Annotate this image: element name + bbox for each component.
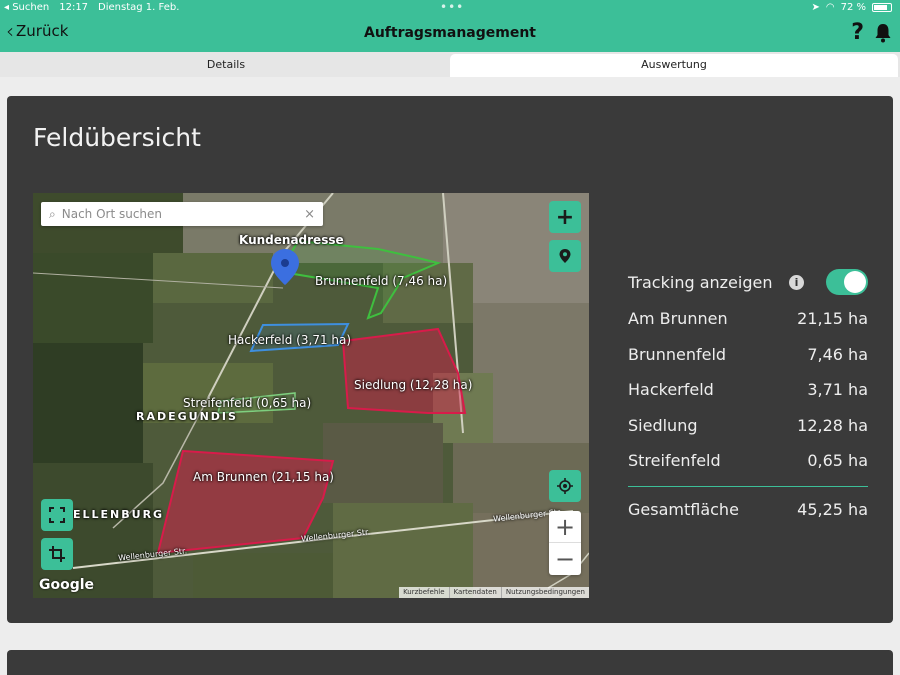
zoom-out-button[interactable]: − — [549, 543, 581, 575]
search-input[interactable] — [61, 207, 305, 221]
google-logo: Google — [39, 577, 95, 593]
next-card — [7, 650, 893, 675]
attribution-shortcuts[interactable]: Kurzbefehle — [399, 587, 448, 598]
field-name: Siedlung — [628, 415, 698, 435]
field-label-brunnenfeld: Brunnenfeld (7,46 ha) — [315, 274, 448, 288]
field-row: Am Brunnen 21,15 ha — [628, 301, 868, 337]
wifi-icon: ◠ — [825, 2, 835, 13]
bell-icon[interactable] — [874, 23, 892, 43]
crosshair-icon — [557, 478, 573, 494]
total-label: Gesamtfläche — [628, 500, 739, 519]
field-name: Streifenfeld — [628, 451, 721, 471]
tracking-label: Tracking anzeigen — [628, 272, 773, 292]
total-row: Gesamtfläche 45,25 ha — [628, 493, 868, 527]
field-area: 0,65 ha — [807, 451, 868, 471]
field-summary-panel: Tracking anzeigen i Am Brunnen 21,15 ha … — [628, 265, 868, 527]
field-label-hackerfeld: Hackerfeld (3,71 ha) — [228, 333, 352, 347]
field-row: Brunnenfeld 7,46 ha — [628, 337, 868, 373]
field-row: Streifenfeld 0,65 ha — [628, 443, 868, 479]
field-area: 12,28 ha — [797, 415, 868, 435]
zoom-control: + − — [549, 511, 581, 575]
tab-bar: Details Auswertung — [0, 52, 900, 77]
card-title: Feldübersicht — [33, 123, 201, 152]
location-icon: ➤ — [811, 2, 820, 13]
map-attribution: Kurzbefehle Kartendaten Nutzungsbedingun… — [399, 587, 589, 598]
map-pin-icon — [559, 249, 571, 263]
field-row: Hackerfeld 3,71 ha — [628, 372, 868, 408]
status-time: 12:17 — [59, 2, 89, 13]
tracking-row: Tracking anzeigen i — [628, 265, 868, 299]
fullscreen-icon — [49, 507, 65, 523]
field-label-am-brunnen: Am Brunnen (21,15 ha) — [193, 470, 334, 484]
field-name: Am Brunnen — [628, 309, 728, 329]
info-icon[interactable]: i — [789, 275, 804, 290]
total-area: 45,25 ha — [797, 500, 868, 519]
divider — [628, 485, 868, 487]
help-icon[interactable]: ? — [851, 22, 864, 44]
search-icon: ⌕ — [49, 206, 56, 221]
tab-details[interactable]: Details — [2, 54, 450, 77]
field-area: 21,15 ha — [797, 309, 868, 329]
map-search[interactable]: ⌕ × — [41, 202, 323, 226]
field-name: Hackerfeld — [628, 380, 714, 400]
battery-label: 72 % — [840, 2, 866, 13]
zoom-in-button[interactable]: + — [549, 511, 581, 543]
tab-auswertung[interactable]: Auswertung — [450, 54, 898, 77]
clear-icon[interactable]: × — [304, 207, 315, 222]
tracking-toggle[interactable] — [826, 269, 868, 295]
status-date: Dienstag 1. Feb. — [98, 2, 180, 13]
status-back-app[interactable]: ◂ Suchen — [4, 2, 49, 13]
multitask-dots-icon[interactable]: ••• — [440, 0, 464, 14]
field-label-streifenfeld: Streifenfeld (0,65 ha) — [183, 396, 312, 410]
status-bar: ◂ Suchen 12:17 Dienstag 1. Feb. ••• ➤ ◠ … — [0, 0, 900, 16]
page-title: Auftragsmanagement — [364, 25, 536, 41]
attribution-terms[interactable]: Nutzungsbedingungen — [500, 587, 589, 598]
field-name: Brunnenfeld — [628, 344, 727, 364]
place-label: RADEGUNDIS — [136, 410, 238, 423]
field-row: Siedlung 12,28 ha — [628, 408, 868, 444]
pin-label: Kundenadresse — [239, 233, 344, 247]
field-area: 7,46 ha — [807, 344, 868, 364]
field-area: 3,71 ha — [807, 380, 868, 400]
battery-icon — [872, 3, 892, 12]
locate-button[interactable] — [549, 470, 581, 502]
app-header: ◂ Suchen 12:17 Dienstag 1. Feb. ••• ➤ ◠ … — [0, 0, 900, 52]
field-label-siedlung: Siedlung (12,28 ha) — [354, 378, 473, 392]
add-field-button[interactable]: + — [549, 201, 581, 233]
crop-icon — [49, 546, 65, 562]
attribution-map-data[interactable]: Kartendaten — [448, 587, 501, 598]
toggle-knob — [844, 271, 866, 293]
place-label: ELLENBURG — [73, 508, 165, 521]
pin-button[interactable] — [549, 240, 581, 272]
map-view[interactable]: ⌕ × Kundenadresse Brunnenfeld (7,46 ha) … — [33, 193, 589, 598]
fullscreen-button[interactable] — [41, 499, 73, 531]
crop-button[interactable] — [41, 538, 73, 570]
